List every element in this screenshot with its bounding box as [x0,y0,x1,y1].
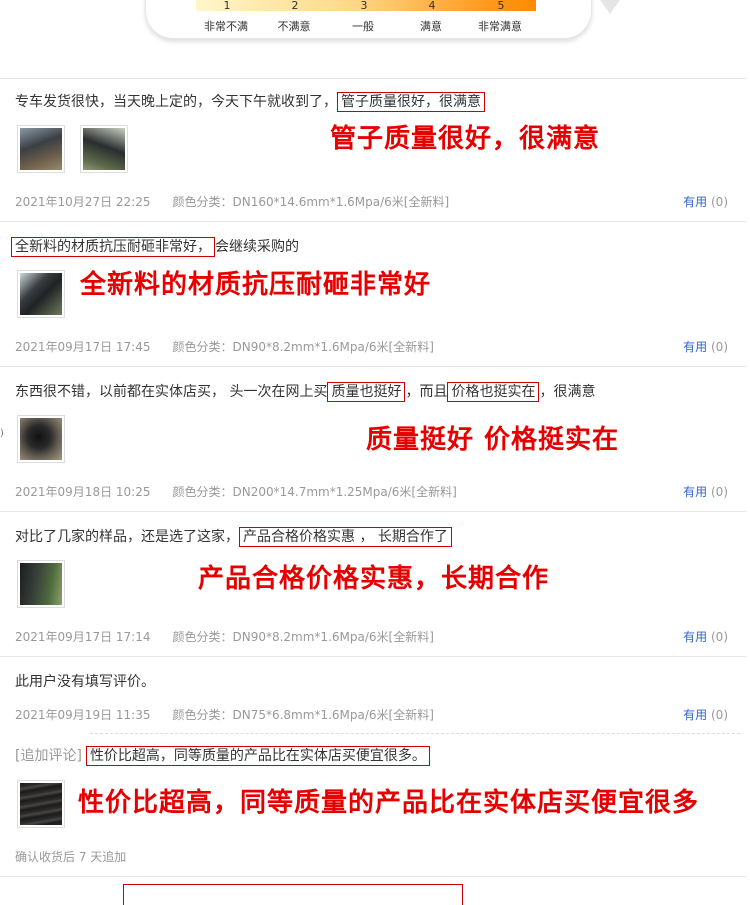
review-sku: 颜色分类：DN90*8.2mm*1.6Mpa/6米[全新料] [172,340,434,354]
review-photo-thumbnail[interactable] [17,780,65,828]
review-photo-thumbnail[interactable] [17,560,65,608]
useful-count: (0) [711,195,728,209]
append-review: [追加评论] 性价比超高，同等质量的产品比在实体店买便宜很多。 [15,745,430,766]
rating-scale: 1 2 3 4 5 非常不满 不满意 一般 满意 非常满意 [145,0,592,39]
review-sku: 颜色分类：DN160*14.6mm*1.6Mpa/6米[全新料] [172,195,450,209]
rating-label: 非常满意 [478,20,522,33]
review-date: 2021年09月18日 10:25 [15,485,151,499]
useful-button[interactable]: 有用 (0) [683,628,728,645]
rating-label: 一般 [352,20,374,33]
useful-button[interactable]: 有用 (0) [683,193,728,210]
collapse-marker: ) [0,428,4,439]
review-date: 2021年09月17日 17:14 [15,630,151,644]
rating-number: 2 [291,0,299,12]
callout-text: 管子质量很好，很满意 [330,124,601,154]
review-date: 2021年09月19日 11:35 [15,708,151,722]
review-date: 2021年09月17日 17:45 [15,340,151,354]
review-text: 对比了几家的样品，还是选了这家， 产品合格价格实惠 ， 长期合作了 [15,526,452,547]
useful-label: 有用 [683,708,708,722]
rating-label: 不满意 [277,20,311,33]
divider [0,366,746,367]
highlight-box: 性价比超高，同等质量的产品比在实体店买便宜很多。 [85,746,430,766]
highlight-box: 全新料的材质抗压耐砸非常好， [11,237,215,257]
divider [0,78,746,79]
rating-number: 5 [497,0,505,12]
append-note: 确认收货后 7 天追加 [15,850,127,864]
review-sku: 颜色分类：DN75*6.8mm*1.6Mpa/6米[全新料] [172,708,434,722]
useful-button[interactable]: 有用 (0) [683,338,728,355]
rating-label: 非常不满 [204,20,248,33]
callout-text: 性价比超高，同等质量的产品比在实体店买便宜很多 [78,788,700,818]
review-sku: 颜色分类：DN200*14.7mm*1.25Mpa/6米[全新料] [172,485,457,499]
useful-button[interactable]: 有用 (0) [683,483,728,500]
review-meta: 2021年09月18日 10:25 颜色分类：DN200*14.7mm*1.25M… [15,483,457,500]
review-meta: 2021年10月27日 22:25 颜色分类：DN160*14.6mm*1.6Mp… [15,193,449,210]
useful-button[interactable]: 有用 (0) [683,706,728,723]
append-prefix: [追加评论] [15,748,82,764]
rating-number: 1 [223,0,231,12]
callout-text: 产品合格价格实惠，长期合作 [198,564,550,594]
useful-count: (0) [711,630,728,644]
review-text: 全新料的材质抗压耐砸非常好， 会继续采购的 [11,236,299,257]
highlight-box: 质量也挺好 [327,382,406,402]
review-photo-thumbnail[interactable] [17,125,65,173]
rating-label: 满意 [420,20,442,33]
divider [0,876,746,877]
review-text: 专车发货很快，当天晚上定的，今天下午就收到了， 管子质量很好，很满意 [15,91,485,112]
highlight-box: 价格也挺实在 [447,382,540,402]
highlight-box [123,884,463,905]
useful-label: 有用 [683,485,708,499]
callout-text: 全新料的材质抗压耐砸非常好 [80,270,432,300]
useful-label: 有用 [683,340,708,354]
review-photo-thumbnail[interactable] [80,125,128,173]
review-text: 东西很不错，以前都在实体店买， 头一次在网上买 质量也挺好 ，而且 价格也挺实在 ，很满… [15,382,596,402]
divider [0,221,746,222]
useful-label: 有用 [683,630,708,644]
review-photo-thumbnail[interactable] [17,415,65,463]
useful-label: 有用 [683,195,708,209]
dotted-divider [90,733,740,734]
useful-count: (0) [711,708,728,722]
review-date: 2021年10月27日 22:25 [15,195,151,209]
divider [0,511,746,512]
rating-number: 3 [360,0,368,12]
callout-text: 质量挺好 价格挺实在 [366,425,620,455]
useful-count: (0) [711,340,728,354]
review-photo-thumbnail[interactable] [17,270,65,318]
highlight-box: 产品合格价格实惠 ， 长期合作了 [239,527,452,547]
review-meta: 2021年09月19日 11:35 颜色分类：DN75*6.8mm*1.6Mpa/… [15,706,434,723]
review-meta: 2021年09月17日 17:14 颜色分类：DN90*8.2mm*1.6Mpa/… [15,628,434,645]
divider [0,656,746,657]
useful-count: (0) [711,485,728,499]
review-meta: 2021年09月17日 17:45 颜色分类：DN90*8.2mm*1.6Mpa/… [15,338,434,355]
review-text: 此用户没有填写评价。 [15,674,155,690]
scroll-arrow-icon [600,0,620,14]
review-sku: 颜色分类：DN90*8.2mm*1.6Mpa/6米[全新料] [172,630,434,644]
highlight-box: 管子质量很好，很满意 [337,92,485,112]
rating-number: 4 [428,0,436,12]
